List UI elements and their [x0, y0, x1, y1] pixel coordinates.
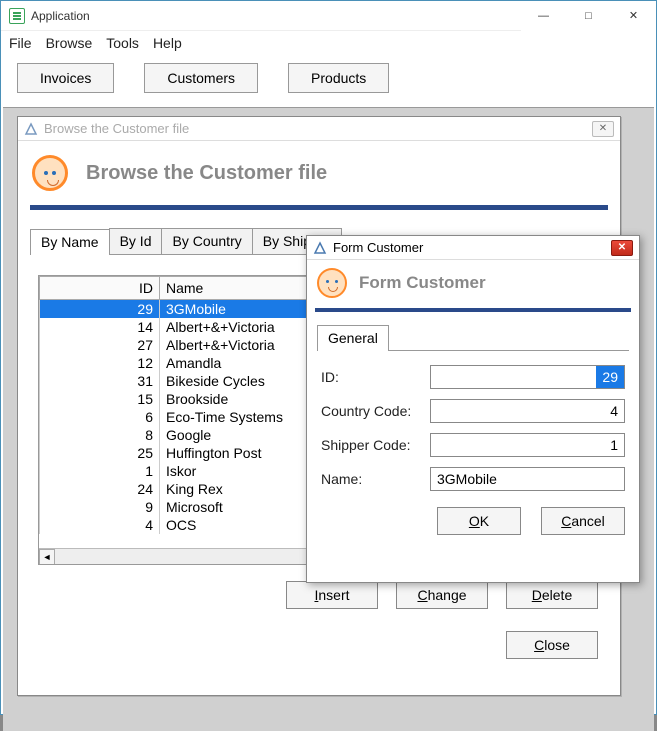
- invoices-button[interactable]: Invoices: [17, 63, 114, 93]
- tab-by-country[interactable]: By Country: [161, 228, 252, 254]
- cell-id: 8: [40, 426, 160, 444]
- tab-general[interactable]: General: [317, 325, 389, 351]
- label-shipper: Shipper Code:: [321, 437, 430, 453]
- label-country: Country Code:: [321, 403, 430, 419]
- browse-title: Browse the Customer file: [44, 121, 189, 136]
- cell-id: 12: [40, 354, 160, 372]
- menu-browse[interactable]: Browse: [46, 35, 93, 51]
- delete-button[interactable]: Delete: [506, 581, 598, 609]
- mdi-client: Browse the Customer file ✕ Browse the Cu…: [3, 107, 654, 731]
- minimize-button[interactable]: —: [521, 1, 566, 31]
- customers-button[interactable]: Customers: [144, 63, 258, 93]
- browse-actions: Insert Change Delete: [18, 581, 598, 609]
- scroll-left[interactable]: ◄: [39, 549, 55, 565]
- form-title: Form Customer: [333, 240, 423, 255]
- header-bar: [30, 205, 608, 210]
- cell-id: 29: [40, 300, 160, 319]
- main-titlebar: Application — □ ✕: [1, 1, 656, 31]
- ok-button[interactable]: OK: [437, 507, 521, 535]
- insert-button[interactable]: Insert: [286, 581, 378, 609]
- close-row: Close: [18, 631, 598, 659]
- tab-by-id[interactable]: By Id: [109, 228, 163, 254]
- cell-id: 15: [40, 390, 160, 408]
- form-heading: Form Customer: [359, 273, 486, 293]
- face-icon: [317, 268, 347, 298]
- col-id[interactable]: ID: [40, 277, 160, 300]
- cancel-button[interactable]: Cancel: [541, 507, 625, 535]
- cell-id: 31: [40, 372, 160, 390]
- cell-id: 14: [40, 318, 160, 336]
- input-country[interactable]: [430, 399, 625, 423]
- products-button[interactable]: Products: [288, 63, 389, 93]
- cell-id: 6: [40, 408, 160, 426]
- face-icon: [32, 155, 68, 191]
- label-name: Name:: [321, 471, 430, 487]
- change-button[interactable]: Change: [396, 581, 488, 609]
- form-tabs: General: [317, 324, 629, 351]
- cell-id: 1: [40, 462, 160, 480]
- main-window: Application — □ ✕ File Browse Tools Help…: [0, 0, 657, 715]
- input-shipper[interactable]: [430, 433, 625, 457]
- tab-by-name[interactable]: By Name: [30, 229, 110, 255]
- menu-tools[interactable]: Tools: [106, 35, 139, 51]
- close-window-button[interactable]: Close: [506, 631, 598, 659]
- form-titlebar[interactable]: Form Customer ✕: [307, 236, 639, 260]
- browse-header: Browse the Customer file: [18, 141, 620, 199]
- browse-titlebar[interactable]: Browse the Customer file ✕: [18, 117, 620, 141]
- form-body: ID: 29 Country Code: Shipper Code: Name:: [321, 365, 625, 491]
- form-header-bar: [315, 308, 631, 312]
- app-icon: [9, 8, 25, 24]
- cell-id: 27: [40, 336, 160, 354]
- menu-file[interactable]: File: [9, 35, 32, 51]
- browse-close-button[interactable]: ✕: [592, 121, 614, 137]
- cell-id: 24: [40, 480, 160, 498]
- window-controls: — □ ✕: [521, 1, 656, 31]
- form-customer-window: Form Customer ✕ Form Customer General ID…: [306, 235, 640, 583]
- close-button[interactable]: ✕: [611, 1, 656, 31]
- triangle-icon: [24, 122, 38, 136]
- label-id: ID:: [321, 369, 430, 385]
- browse-heading: Browse the Customer file: [86, 162, 327, 185]
- form-header: Form Customer: [307, 260, 639, 304]
- cell-id: 4: [40, 516, 160, 534]
- app-title: Application: [31, 9, 90, 23]
- maximize-button[interactable]: □: [566, 1, 611, 31]
- toolbar: Invoices Customers Products: [1, 57, 656, 107]
- cell-id: 25: [40, 444, 160, 462]
- form-actions: OK Cancel: [307, 507, 625, 535]
- input-id[interactable]: [430, 365, 625, 389]
- menubar: File Browse Tools Help: [1, 31, 656, 57]
- menu-help[interactable]: Help: [153, 35, 182, 51]
- input-name[interactable]: [430, 467, 625, 491]
- form-close-button[interactable]: ✕: [611, 240, 633, 256]
- triangle-icon: [313, 241, 327, 255]
- cell-id: 9: [40, 498, 160, 516]
